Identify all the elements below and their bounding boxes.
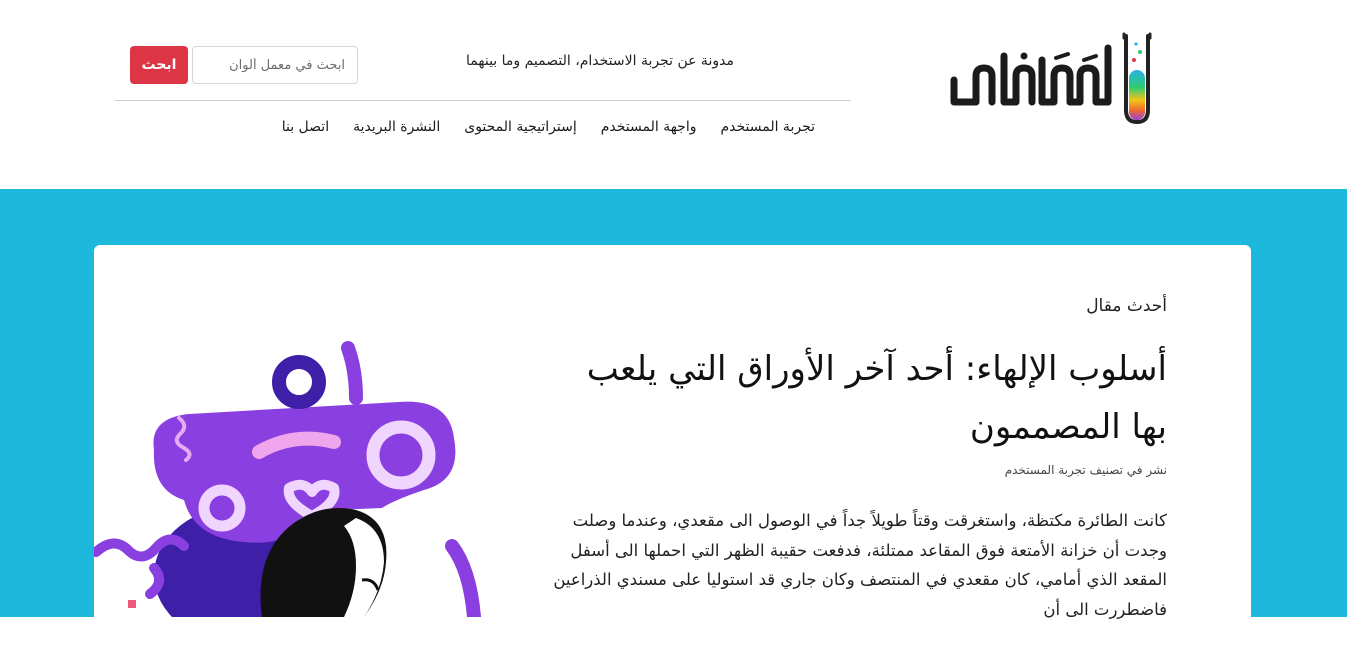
nav-item-newsletter[interactable]: النشرة البريدية <box>353 119 440 141</box>
latest-post-label: أحدث مقال <box>1086 296 1167 316</box>
post-category-link[interactable]: تجربة المستخدم <box>1005 463 1086 477</box>
search-input[interactable] <box>192 46 358 84</box>
main-navigation: تجربة المستخدم واجهة المستخدم إستراتيجية… <box>282 119 815 141</box>
nav-item-ux[interactable]: تجربة المستخدم <box>720 119 815 141</box>
nav-item-ui[interactable]: واجهة المستخدم <box>601 119 697 141</box>
site-logo[interactable] <box>946 30 1158 126</box>
nav-item-contact[interactable]: اتصل بنا <box>282 119 329 141</box>
post-title[interactable]: أسلوب الإلهاء: أحد آخر الأوراق التي يلعب… <box>567 340 1167 456</box>
post-excerpt: كانت الطائرة مكتظة، واستغرقت وقتاً طويلا… <box>553 511 1167 619</box>
post-illustration-graphic <box>91 341 481 645</box>
nav-item-content-strategy[interactable]: إستراتيجية المحتوى <box>464 119 577 141</box>
post-meta: نشر في تصنيف تجربة المستخدم <box>1005 463 1167 477</box>
header-divider <box>115 100 851 101</box>
post-meta-prefix: نشر في تصنيف <box>1089 463 1167 477</box>
search-button[interactable]: ابحث <box>130 46 188 84</box>
post-illustration <box>91 330 484 645</box>
logo-graphic <box>950 32 1152 125</box>
site-tagline: مدونة عن تجربة الاستخدام، التصميم وما بي… <box>466 53 734 69</box>
